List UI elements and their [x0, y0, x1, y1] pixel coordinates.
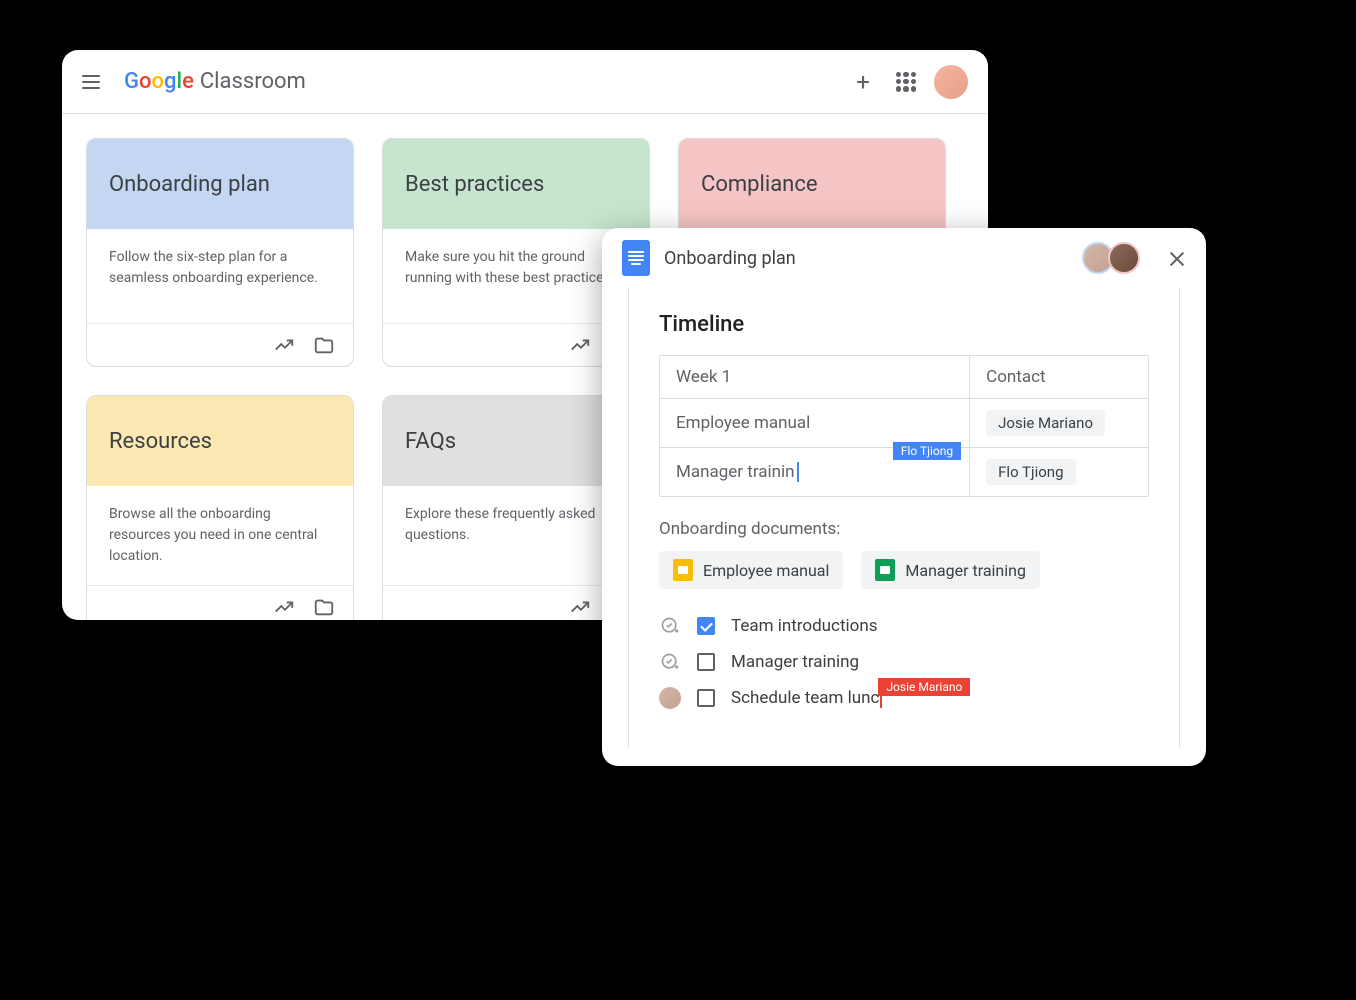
table-header-contact: Contact — [970, 356, 1148, 398]
card-header: Onboarding plan — [87, 139, 353, 229]
folder-icon[interactable] — [313, 334, 335, 356]
folder-icon[interactable] — [313, 596, 335, 618]
card-description: Browse all the onboarding resources you … — [109, 504, 331, 567]
editing-text: Schedule team lunc — [731, 688, 879, 708]
sheets-icon — [875, 559, 895, 581]
google-logo: Google — [124, 69, 194, 94]
app-name: Classroom — [200, 69, 306, 94]
checklist-label[interactable]: Schedule team lunc Josie Mariano — [731, 688, 882, 708]
slides-icon — [673, 559, 693, 581]
trending-icon[interactable] — [569, 596, 591, 618]
doc-chip-label: Manager training — [905, 561, 1026, 580]
timeline-table: Week 1 Contact Employee manual Josie Mar… — [659, 355, 1149, 497]
checkbox[interactable] — [697, 617, 715, 635]
table-row: Manager trainin Flo Tjiong Flo Tjiong — [660, 448, 1148, 496]
table-row: Employee manual Josie Mariano — [660, 399, 1148, 448]
card-description: Make sure you hit the ground running wit… — [405, 247, 627, 289]
card-header: Compliance — [679, 139, 945, 229]
checkbox[interactable] — [697, 653, 715, 671]
add-task-icon[interactable] — [659, 651, 681, 673]
menu-icon[interactable] — [82, 70, 106, 94]
collaborator-avatars — [1088, 242, 1140, 274]
account-avatar[interactable] — [934, 65, 968, 99]
card-title: FAQs — [405, 429, 456, 454]
card-header: Resources — [87, 396, 353, 486]
table-cell-contact[interactable]: Flo Tjiong — [970, 448, 1148, 496]
collaborator-cursor-tag: Flo Tjiong — [893, 442, 961, 460]
editing-cursor — [797, 462, 799, 482]
card-footer — [87, 585, 353, 620]
document-page[interactable]: Timeline Week 1 Contact Employee manual … — [628, 288, 1180, 748]
docs-window: Onboarding plan Timeline Week 1 Contact … — [602, 228, 1206, 766]
timeline-heading: Timeline — [659, 312, 1149, 337]
close-icon[interactable] — [1168, 249, 1186, 267]
collaborator-avatar-2[interactable] — [1108, 242, 1140, 274]
docs-body: Timeline Week 1 Contact Employee manual … — [602, 288, 1206, 766]
card-header: Best practices — [383, 139, 649, 229]
checklist-item: Team introductions — [659, 615, 1149, 637]
assignee-avatar[interactable] — [659, 687, 681, 709]
card-title: Resources — [109, 429, 212, 454]
table-header-row: Week 1 Contact — [660, 356, 1148, 399]
doc-chip-label: Employee manual — [703, 561, 829, 580]
card-body: Follow the six-step plan for a seamless … — [87, 229, 353, 323]
table-header-week: Week 1 — [660, 356, 970, 398]
trending-icon[interactable] — [273, 334, 295, 356]
trending-icon[interactable] — [273, 596, 295, 618]
card-description: Follow the six-step plan for a seamless … — [109, 247, 331, 289]
card-title: Onboarding plan — [109, 172, 270, 197]
trending-icon[interactable] — [569, 334, 591, 356]
table-cell-contact[interactable]: Josie Mariano — [970, 399, 1148, 447]
create-plus-icon[interactable]: + — [852, 71, 874, 93]
card-body: Browse all the onboarding resources you … — [87, 486, 353, 585]
checklist-item: Manager training — [659, 651, 1149, 673]
docs-header: Onboarding plan — [602, 228, 1206, 288]
checklist-label[interactable]: Manager training — [731, 652, 859, 672]
table-cell-task[interactable]: Employee manual — [660, 399, 970, 447]
document-chip-slides[interactable]: Employee manual — [659, 551, 843, 589]
card-title: Compliance — [701, 172, 818, 197]
person-chip: Flo Tjiong — [986, 459, 1075, 485]
class-card-onboarding[interactable]: Onboarding plan Follow the six-step plan… — [86, 138, 354, 367]
checklist-item: Schedule team lunc Josie Mariano — [659, 687, 1149, 709]
card-description: Explore these frequently asked questions… — [405, 504, 627, 546]
document-chip-sheets[interactable]: Manager training — [861, 551, 1040, 589]
card-footer — [87, 323, 353, 366]
editing-text: Manager trainin — [676, 462, 795, 482]
add-task-icon[interactable] — [659, 615, 681, 637]
classroom-header: Google Classroom + — [62, 50, 988, 114]
collaborator-cursor-tag: Josie Mariano — [878, 678, 970, 696]
checklist: Team introductions Manager training Sche… — [659, 615, 1149, 709]
documents-section-label: Onboarding documents: — [659, 519, 1149, 539]
person-chip: Josie Mariano — [986, 410, 1105, 436]
google-docs-icon — [622, 240, 650, 276]
table-cell-task[interactable]: Manager trainin Flo Tjiong — [660, 448, 970, 496]
card-title: Best practices — [405, 172, 544, 197]
document-chips-row: Employee manual Manager training — [659, 551, 1149, 589]
checklist-label[interactable]: Team introductions — [731, 616, 878, 636]
google-apps-icon[interactable] — [896, 72, 916, 92]
checkbox[interactable] — [697, 689, 715, 707]
class-card-resources[interactable]: Resources Browse all the onboarding reso… — [86, 395, 354, 620]
docs-title: Onboarding plan — [664, 248, 796, 269]
